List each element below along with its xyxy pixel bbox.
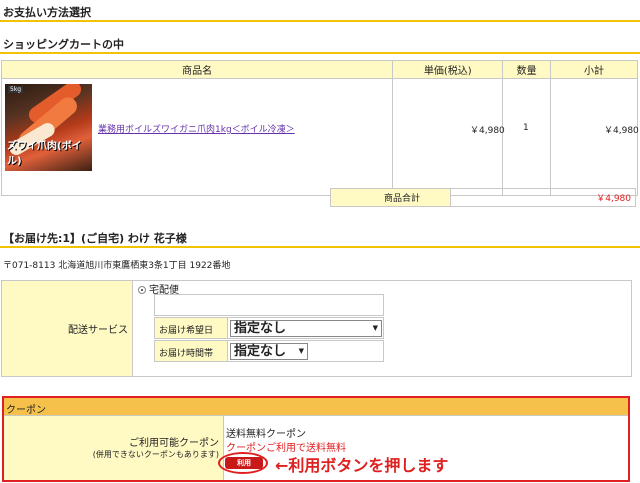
- product-name-link[interactable]: 業務用ボイルズワイガニ爪肉1kg＜ボイル冷凍＞: [98, 122, 295, 135]
- instruction-annotation: ←利用ボタンを押します: [275, 456, 449, 475]
- delivery-title: 【お届け先:1】(ご自宅) わけ 花子様: [0, 226, 640, 248]
- cell-subtotal: [550, 78, 638, 196]
- total-table: 商品合計 ￥4,980: [330, 188, 636, 207]
- delivery-time-row: お届け時間帯 指定なし ▼: [154, 340, 384, 362]
- chevron-down-icon: ▼: [298, 347, 304, 355]
- delivery-time-select[interactable]: 指定なし ▼: [230, 343, 308, 360]
- coupon-header: クーポン: [4, 398, 628, 416]
- subtotal: ￥4,980: [604, 126, 639, 136]
- delivery-date-label: お届け希望日: [155, 318, 228, 338]
- quantity: 1: [523, 123, 529, 133]
- table-row: [0, 78, 638, 196]
- image-tag: 5kg: [8, 86, 24, 93]
- radio-selected-icon: [138, 286, 146, 294]
- col-name: 商品名: [0, 60, 394, 79]
- delivery-time-label: お届け時間帯: [155, 341, 228, 361]
- cell-qty: [502, 78, 552, 196]
- cart-table: 商品名 単価(税込) 数量 小計: [0, 60, 638, 196]
- delivery-date-value: 指定なし: [234, 321, 287, 336]
- col-unit-price: 単価(税込): [392, 60, 504, 79]
- cell-unit-price: [392, 78, 504, 196]
- coupon-label-cell: ご利用可能クーポン (併用できないクーポンもあります): [4, 416, 224, 480]
- coupon-available-label: ご利用可能クーポン: [129, 438, 219, 449]
- shipping-label: 配送サービス: [68, 325, 128, 336]
- cart-section-title: ショッピングカートの中: [0, 32, 640, 54]
- page-title: お支払い方法選択: [0, 0, 640, 22]
- coupon-title: 送料無料クーポン: [226, 429, 306, 440]
- cart-header-row: 商品名 単価(税込) 数量 小計: [0, 60, 638, 79]
- chevron-down-icon: ▼: [372, 324, 378, 332]
- delivery-date-select[interactable]: 指定なし ▼: [230, 320, 382, 337]
- total-value: ￥4,980: [450, 188, 636, 207]
- image-caption: ズワイ爪肉(ボイル): [7, 141, 82, 167]
- col-subtotal: 小計: [550, 60, 638, 79]
- use-coupon-button[interactable]: 利用: [225, 457, 263, 469]
- product-image[interactable]: 5kg ズワイ爪肉(ボイル): [5, 84, 92, 171]
- shipping-blank-row: [154, 294, 384, 316]
- shipping-label-cell: 配送サービス: [2, 281, 133, 376]
- coupon-note: (併用できないクーポンもあります): [92, 450, 219, 459]
- delivery-address: 〒071-8113 北海道旭川市東鷹栖東3条1丁目 1922番地: [3, 261, 231, 271]
- unit-price: ￥4,980: [470, 126, 505, 136]
- delivery-date-row: お届け希望日 指定なし ▼: [154, 317, 384, 339]
- total-label: 商品合計: [330, 188, 451, 207]
- delivery-time-value: 指定なし: [234, 344, 287, 359]
- col-qty: 数量: [502, 60, 552, 79]
